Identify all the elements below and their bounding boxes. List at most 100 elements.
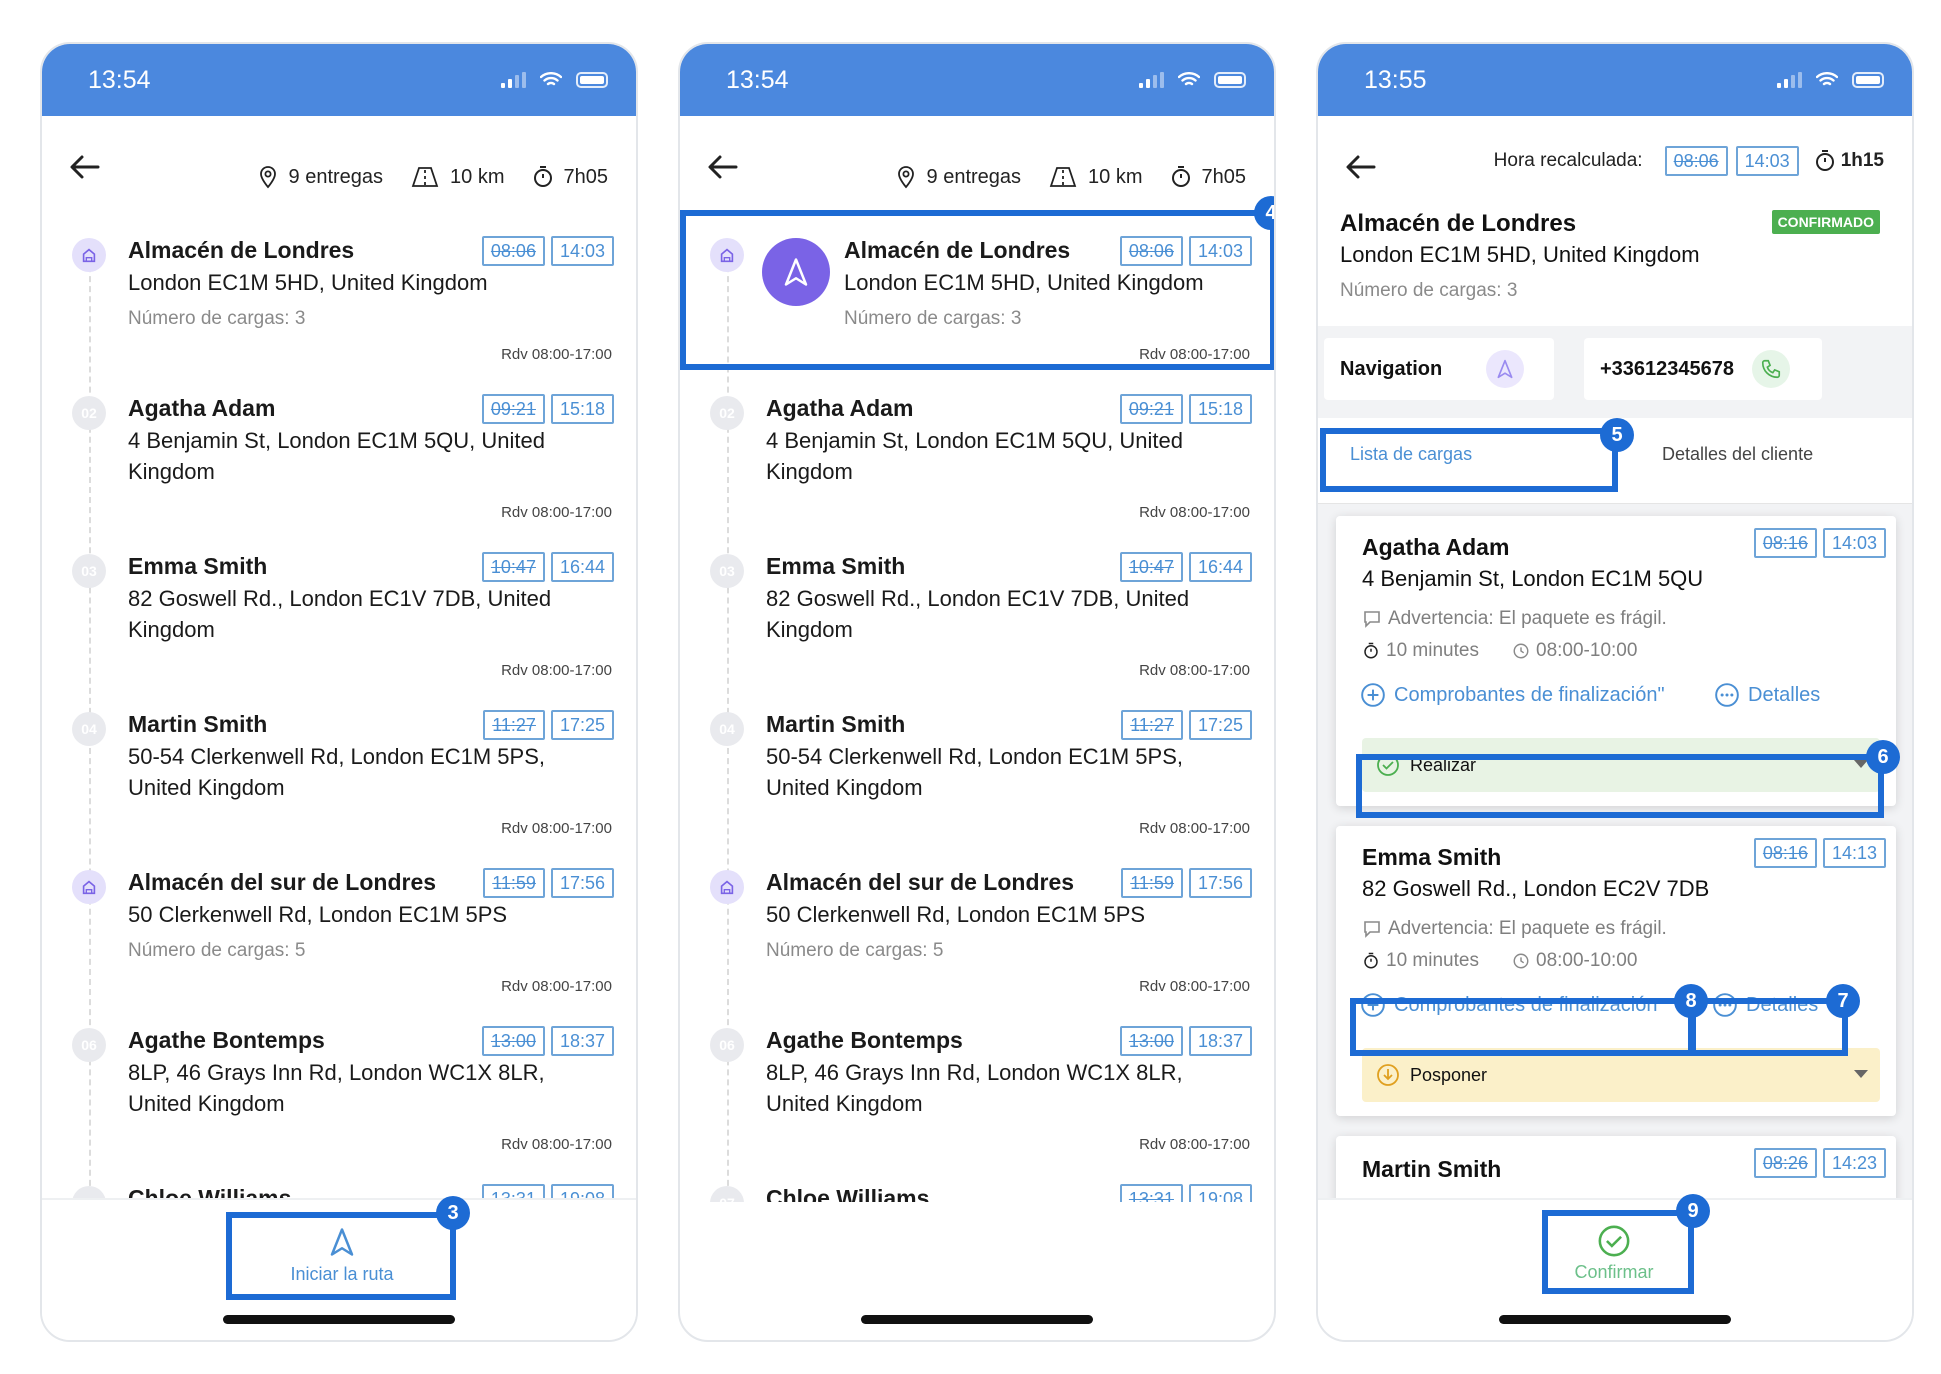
duration-stat: 7h05	[531, 164, 608, 190]
stop-name: Agathe Bontemps	[766, 1027, 963, 1053]
callout-7: 7	[1826, 984, 1860, 1018]
stop-new-time: 18:37	[550, 1026, 614, 1056]
back-arrow-icon[interactable]	[1344, 150, 1378, 184]
stop-item[interactable]: 03 Emma Smith 82 Goswell Rd., London EC1V …	[680, 542, 1274, 700]
status-bar: 13:54	[680, 44, 1274, 116]
warehouse-icon	[718, 878, 736, 896]
stop-old-time: 09:21	[1119, 394, 1183, 424]
stop-number-badge: 02	[72, 396, 106, 430]
callout-3: 3	[436, 1196, 470, 1230]
status-icons	[1139, 72, 1246, 88]
home-indicator	[1499, 1315, 1731, 1324]
stop-item[interactable]: 02 Agatha Adam 4 Benjamin St, London EC1M …	[42, 384, 636, 542]
load-window: 08:00-10:00	[1512, 950, 1637, 972]
recalc-old-time: 08:06	[1664, 146, 1728, 176]
timer-icon	[1362, 642, 1380, 660]
stop-loads: Número de cargas: 5	[128, 940, 306, 961]
location-pin-icon	[894, 164, 918, 190]
stop-new-time: 15:18	[550, 394, 614, 424]
stop-name: Emma Smith	[766, 553, 906, 579]
signal-icon	[1139, 72, 1164, 88]
signal-icon	[1777, 72, 1802, 88]
appointment-window: Rdv 08:00-17:00	[1139, 504, 1250, 521]
stop-item[interactable]: 06 Agathe Bontemps 8LP, 46 Grays Inn Rd, L…	[42, 1016, 636, 1174]
stop-item[interactable]: 04 Martin Smith 50-54 Clerkenwell Rd, Lond…	[680, 700, 1274, 858]
load-duration: 10 minutes	[1362, 950, 1479, 972]
stop-item[interactable]: 02 Agatha Adam 4 Benjamin St, London EC1M …	[680, 384, 1274, 542]
status-select-posponer[interactable]: Posponer	[1362, 1048, 1880, 1102]
stop-old-time: 11:27	[483, 710, 545, 740]
appointment-window: Rdv 08:00-17:00	[1139, 662, 1250, 679]
stops-list[interactable]: Almacén de Londres London EC1M 5HD, Unite…	[42, 226, 636, 1202]
highlight-status-select	[1356, 754, 1884, 818]
distance-stat: 10 km	[1047, 165, 1143, 189]
timer-icon	[1169, 164, 1193, 190]
stop-times: 11:59 17:56	[483, 868, 614, 898]
status-icons	[501, 72, 608, 88]
more-circle-icon	[1714, 682, 1740, 708]
stop-address: 50 Clerkenwell Rd, London EC1M 5PS	[766, 902, 1146, 927]
stop-times: 13:00 18:37	[481, 1026, 614, 1056]
stop-old-time: 13:00	[481, 1026, 545, 1056]
route-stats: 9 entregas 10 km 7h05	[894, 164, 1246, 190]
stop-loads: Número de cargas: 3	[1340, 280, 1518, 301]
clock-time: 13:54	[88, 66, 151, 94]
stop-loads: Número de cargas: 5	[766, 940, 944, 961]
stop-new-time: 17:25	[1188, 710, 1252, 740]
stop-address: 8LP, 46 Grays Inn Rd, London WC1X 8LR, U…	[128, 1060, 545, 1116]
stop-address: 82 Goswell Rd., London EC1V 7DB, United …	[128, 586, 552, 642]
detail-header: Hora recalculada: 08:06 14:03 1h15	[1318, 116, 1912, 200]
back-arrow-icon[interactable]	[706, 150, 740, 184]
stop-address: 8LP, 46 Grays Inn Rd, London WC1X 8LR, U…	[766, 1060, 1183, 1116]
stop-item[interactable]: Almacén de Londres London EC1M 5HD, Unite…	[42, 226, 636, 384]
location-pin-icon	[256, 164, 280, 190]
download-circle-icon	[1376, 1063, 1400, 1087]
clock-icon	[1512, 952, 1530, 970]
warehouse-badge	[72, 870, 106, 904]
tab-client-details[interactable]: Detalles del cliente	[1662, 444, 1813, 465]
back-arrow-icon[interactable]	[68, 150, 102, 184]
appointment-window: Rdv 08:00-17:00	[1139, 978, 1250, 995]
stop-address: 50-54 Clerkenwell Rd, London EC1M 5PS, U…	[766, 744, 1184, 800]
load-times: 08:16 14:13	[1753, 838, 1886, 868]
quick-actions-bar: Navigation +33612345678	[1318, 326, 1912, 418]
stop-item[interactable]: Almacén del sur de Londres 50 Clerkenwell…	[680, 858, 1274, 1016]
stop-old-time: 10:47	[481, 552, 545, 582]
stops-list[interactable]: Almacén de Londres London EC1M 5HD, Unite…	[680, 226, 1274, 1202]
callout-8: 8	[1674, 984, 1708, 1018]
clock-time: 13:54	[726, 66, 789, 94]
plus-circle-icon	[1360, 682, 1386, 708]
navigation-button[interactable]: Navigation	[1324, 338, 1554, 400]
status-icons	[1777, 72, 1884, 88]
proof-of-completion-link[interactable]: Comprobantes de finalización"	[1360, 682, 1665, 708]
details-link[interactable]: Detalles	[1714, 682, 1820, 708]
stop-name: Agathe Bontemps	[128, 1027, 325, 1053]
deliveries-stat: 9 entregas	[894, 164, 1021, 190]
phone-icon	[1752, 350, 1790, 388]
bottom-bar	[680, 1198, 1274, 1340]
wifi-icon	[1816, 72, 1838, 86]
stop-item[interactable]: 03 Emma Smith 82 Goswell Rd., London EC1V …	[42, 542, 636, 700]
stop-item[interactable]: Almacén del sur de Londres 50 Clerkenwell…	[42, 858, 636, 1016]
stop-times: 11:59 17:56	[1121, 868, 1252, 898]
highlight-loads-tab	[1320, 428, 1618, 492]
stop-new-time: 17:25	[550, 710, 614, 740]
stop-item[interactable]: 06 Agathe Bontemps 8LP, 46 Grays Inn Rd, L…	[680, 1016, 1274, 1174]
phone-screen-route-list: 13:54 9 entregas 10 km 7h05 Almacén de L…	[40, 42, 638, 1342]
loads-list[interactable]: Agatha Adam 4 Benjamin St, London EC1M 5…	[1318, 504, 1912, 1226]
warehouse-badge	[710, 870, 744, 904]
load-warning: Advertencia: El paquete es frágil.	[1362, 608, 1667, 630]
duration-stat: 7h05	[1169, 164, 1246, 190]
appointment-window: Rdv 08:00-17:00	[501, 346, 612, 363]
stop-new-time: 14:03	[550, 236, 614, 266]
recalc-label: Hora recalculada:	[1493, 150, 1643, 171]
call-button[interactable]: +33612345678	[1584, 338, 1822, 400]
deliveries-stat: 9 entregas	[256, 164, 383, 190]
load-warning: Advertencia: El paquete es frágil.	[1362, 918, 1667, 940]
stop-item[interactable]: 04 Martin Smith 50-54 Clerkenwell Rd, Lond…	[42, 700, 636, 858]
chevron-down-icon	[1854, 1070, 1868, 1078]
warehouse-icon	[80, 246, 98, 264]
stop-times: 10:47 16:44	[1119, 552, 1252, 582]
stop-new-time: 15:18	[1188, 394, 1252, 424]
stop-name: Martin Smith	[766, 711, 906, 737]
